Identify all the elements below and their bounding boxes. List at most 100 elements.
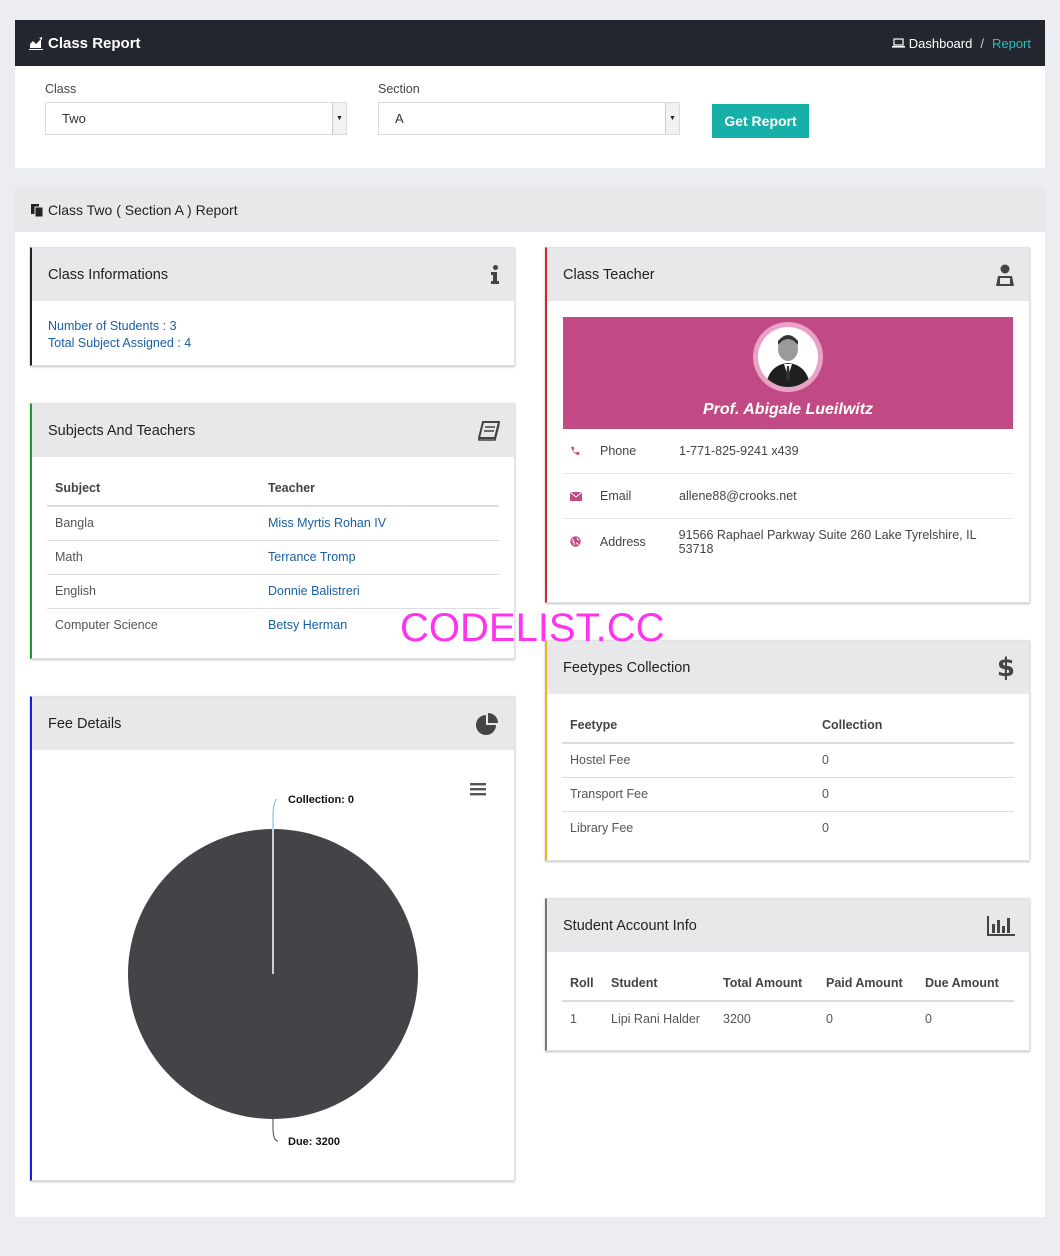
- table-header-row: Roll Student Total Amount Paid Amount Du…: [562, 964, 1014, 1002]
- feetype-cell: Hostel Fee: [562, 743, 814, 778]
- subject-cell: English: [47, 574, 260, 609]
- breadcrumb-current[interactable]: Report: [992, 36, 1031, 51]
- table-row: Library Fee 0: [562, 811, 1014, 845]
- teacher-link[interactable]: Miss Myrtis Rohan IV: [260, 506, 499, 541]
- class-info-body: Number of Students : 3 Total Subject Ass…: [32, 301, 514, 369]
- teacher-avatar-icon: [766, 335, 810, 387]
- copy-icon: [31, 203, 44, 217]
- pie-chart-icon: [476, 712, 500, 735]
- bar-chart-icon: [987, 915, 1015, 936]
- address-label: Address: [599, 534, 646, 549]
- top-bar: Class Report Dashboard / Report: [15, 20, 1045, 66]
- get-report-button[interactable]: Get Report: [712, 104, 809, 138]
- breadcrumb-separator: /: [980, 35, 984, 51]
- collection-cell: 0: [822, 821, 829, 836]
- class-teacher-panel: Class Teacher Prof. Abigale Lueilwitz Ph…: [545, 247, 1030, 603]
- column-header-roll: Roll: [562, 964, 603, 1002]
- breadcrumb-dashboard-label: Dashboard: [908, 35, 973, 51]
- collection-cell: 0: [814, 777, 1014, 812]
- section-select[interactable]: A ▼: [378, 102, 680, 135]
- page-title: Class Report: [29, 35, 141, 52]
- breadcrumb-dashboard[interactable]: Dashboard: [891, 35, 973, 51]
- feetypes-panel: Feetypes Collection $ Feetype Collection…: [545, 640, 1030, 861]
- data-label-due: Due: 3200: [288, 1136, 340, 1148]
- address-value: 91566 Raphael Parkway Suite 260 Lake Tyr…: [678, 527, 977, 556]
- info-icon: [491, 265, 500, 284]
- subject-cell: Bangla: [47, 506, 260, 541]
- class-info-panel: Class Informations Number of Students : …: [30, 247, 515, 366]
- page-title-text: Class Report: [48, 34, 141, 52]
- feetypes-title: Feetypes Collection: [563, 659, 691, 676]
- fee-pie-chart: Collection: 0 Due: 3200: [128, 783, 486, 1148]
- teacher-link[interactable]: Donnie Balistreri: [260, 574, 499, 609]
- data-label-connector: [272, 798, 278, 829]
- table-row: Transport Fee 0: [562, 777, 1014, 812]
- table-row: 1 Lipi Rani Halder 3200 0 0: [562, 1001, 1014, 1035]
- teacher-email-row: Email allene88@crooks.net: [563, 474, 1013, 519]
- table-row: Math Terrance Tromp: [47, 540, 499, 575]
- hamburger-icon[interactable]: [470, 783, 486, 796]
- avatar: [753, 322, 823, 392]
- envelope-icon: [563, 491, 589, 501]
- student-account-title: Student Account Info: [563, 917, 697, 934]
- column-header-feetype: Feetype: [562, 706, 814, 744]
- table-row: English Donnie Balistreri: [47, 574, 499, 609]
- paid-amount-cell: 0: [826, 1011, 833, 1026]
- student-account-table: Roll Student Total Amount Paid Amount Du…: [562, 964, 1014, 1035]
- column-header-collection: Collection: [814, 706, 1014, 744]
- filter-panel: Class Two ▼ Section A ▼ Get Report: [15, 66, 1045, 168]
- class-info-title: Class Informations: [48, 266, 169, 283]
- chevron-down-icon[interactable]: ▼: [665, 103, 679, 134]
- teacher-phone-row: Phone 1-771-825-9241 x439: [563, 429, 1013, 474]
- due-amount-cell: 0: [925, 1011, 932, 1026]
- email-label: Email: [600, 489, 632, 503]
- number-of-students: Number of Students : 3: [48, 319, 177, 333]
- globe-icon: [563, 536, 589, 547]
- table-row: Hostel Fee 0: [562, 743, 1014, 778]
- report-title: Class Two ( Section A ) Report: [48, 201, 238, 218]
- class-filter: Class Two ▼: [45, 82, 347, 135]
- student-cell: Lipi Rani Halder: [611, 1011, 700, 1026]
- laptop-icon: [891, 38, 905, 48]
- book-icon: [478, 420, 500, 441]
- section-filter: Section A ▼: [378, 82, 680, 135]
- feetypes-table: Feetype Collection Hostel Fee 0 Transpor…: [562, 706, 1014, 845]
- email-value: allene88@crooks.net: [679, 489, 797, 503]
- subject-cell: Math: [47, 540, 260, 575]
- subjects-header: Subjects And Teachers: [32, 404, 514, 457]
- report-header: Class Two ( Section A ) Report: [15, 187, 1045, 232]
- feetype-cell: Library Fee: [570, 821, 634, 836]
- data-label-collection: Collection: 0: [288, 794, 354, 806]
- collection-cell: 0: [814, 743, 1014, 778]
- feetypes-table-wrap: Feetype Collection Hostel Fee 0 Transpor…: [547, 694, 1029, 845]
- chevron-down-icon[interactable]: ▼: [332, 103, 346, 134]
- teacher-info: Phone 1-771-825-9241 x439 Email allene88…: [563, 429, 1013, 564]
- teacher-card: Prof. Abigale Lueilwitz: [563, 317, 1013, 429]
- class-label: Class: [45, 82, 77, 96]
- column-header-total-amount: Total Amount: [715, 964, 818, 1002]
- column-header-due-amount: Due Amount: [917, 964, 1014, 1002]
- table-row: Bangla Miss Myrtis Rohan IV: [47, 506, 499, 541]
- chart-area-icon: [29, 36, 43, 50]
- teacher-link[interactable]: Terrance Tromp: [260, 540, 499, 575]
- class-info-header: Class Informations: [32, 248, 514, 301]
- fee-details-title: Fee Details: [48, 715, 122, 732]
- total-amount-cell: 3200: [723, 1011, 751, 1026]
- column-header-paid-amount: Paid Amount: [818, 964, 917, 1002]
- breadcrumb: Dashboard / Report: [891, 35, 1031, 51]
- column-header-subject: Subject: [47, 469, 260, 507]
- watermark-text: CODELIST.CC: [400, 606, 665, 650]
- subject-cell: Computer Science: [55, 618, 158, 633]
- teacher-name: Prof. Abigale Lueilwitz: [702, 401, 874, 418]
- section-label: Section: [378, 82, 420, 96]
- phone-label: Phone: [600, 444, 637, 458]
- class-select-value: Two: [62, 111, 86, 126]
- student-account-panel: Student Account Info Roll Student Total …: [545, 898, 1030, 1051]
- fee-details-panel: Fee Details Collection: 0 Due: 3200: [30, 696, 515, 1181]
- total-subject-assigned: Total Subject Assigned : 4: [48, 336, 192, 350]
- subjects-title: Subjects And Teachers: [48, 422, 196, 439]
- class-teacher-header: Class Teacher: [547, 248, 1029, 301]
- data-label-connector: [272, 1119, 279, 1142]
- section-select-value: A: [395, 111, 404, 126]
- class-select[interactable]: Two ▼: [45, 102, 347, 135]
